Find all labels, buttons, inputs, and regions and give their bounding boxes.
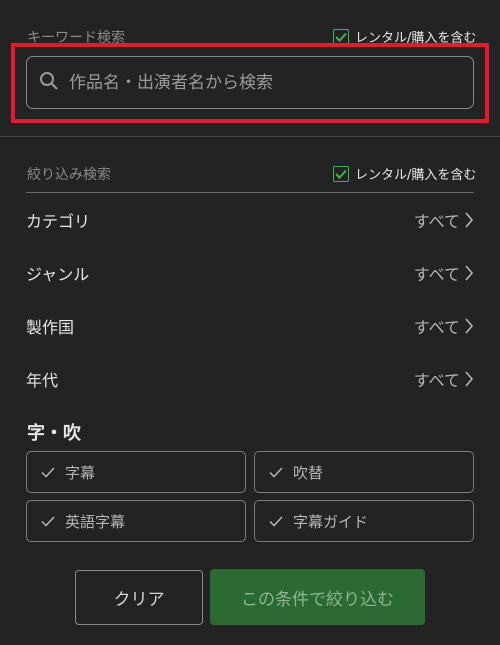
- option-label: 字幕: [65, 463, 96, 482]
- filter-row-category[interactable]: カテゴリ すべて: [26, 205, 474, 235]
- chevron-right-icon: [465, 265, 474, 281]
- filter-search-label: 絞り込み検索: [27, 167, 111, 183]
- check-icon: [269, 466, 283, 478]
- audio-section-title: 字・吹: [27, 423, 81, 444]
- filter-row-value: すべて: [413, 371, 460, 390]
- option-subtitle-guide[interactable]: 字幕ガイド: [254, 500, 474, 542]
- filter-row-value: すべて: [413, 265, 460, 284]
- filter-row-label: ジャンル: [26, 265, 90, 284]
- filter-include-rental-label: レンタル/購入を含む: [355, 168, 477, 183]
- chevron-right-icon: [465, 212, 474, 228]
- option-label: 字幕ガイド: [293, 512, 369, 531]
- filter-row-label: 年代: [26, 371, 59, 390]
- clear-button[interactable]: クリア: [75, 570, 203, 625]
- filter-row-year[interactable]: 年代 すべて: [26, 364, 474, 394]
- option-subtitles[interactable]: 字幕: [26, 451, 246, 493]
- filter-divider: [26, 192, 474, 193]
- option-english-subtitles[interactable]: 英語字幕: [26, 500, 246, 542]
- filter-row-label: カテゴリ: [26, 212, 91, 231]
- check-icon: [269, 515, 283, 527]
- filter-row-value: すべて: [413, 212, 460, 231]
- checkmark-icon: [333, 165, 349, 182]
- filter-row-label: 製作国: [26, 318, 75, 337]
- check-icon: [41, 466, 55, 478]
- filter-include-rental-checkbox[interactable]: レンタル/購入を含む: [333, 164, 476, 183]
- option-label: 英語字幕: [65, 512, 126, 531]
- chevron-right-icon: [465, 318, 474, 334]
- filter-row-value: すべて: [413, 318, 460, 337]
- check-icon: [41, 515, 55, 527]
- filter-row-genre[interactable]: ジャンル すべて: [26, 258, 474, 288]
- apply-filter-button[interactable]: この条件で絞り込む: [210, 569, 425, 625]
- option-label: 吹替: [293, 463, 324, 482]
- highlight-frame: [11, 43, 489, 123]
- filter-row-country[interactable]: 製作国 すべて: [26, 311, 474, 341]
- chevron-right-icon: [465, 371, 474, 387]
- option-dubbed[interactable]: 吹替: [254, 451, 474, 493]
- section-divider: [0, 136, 500, 137]
